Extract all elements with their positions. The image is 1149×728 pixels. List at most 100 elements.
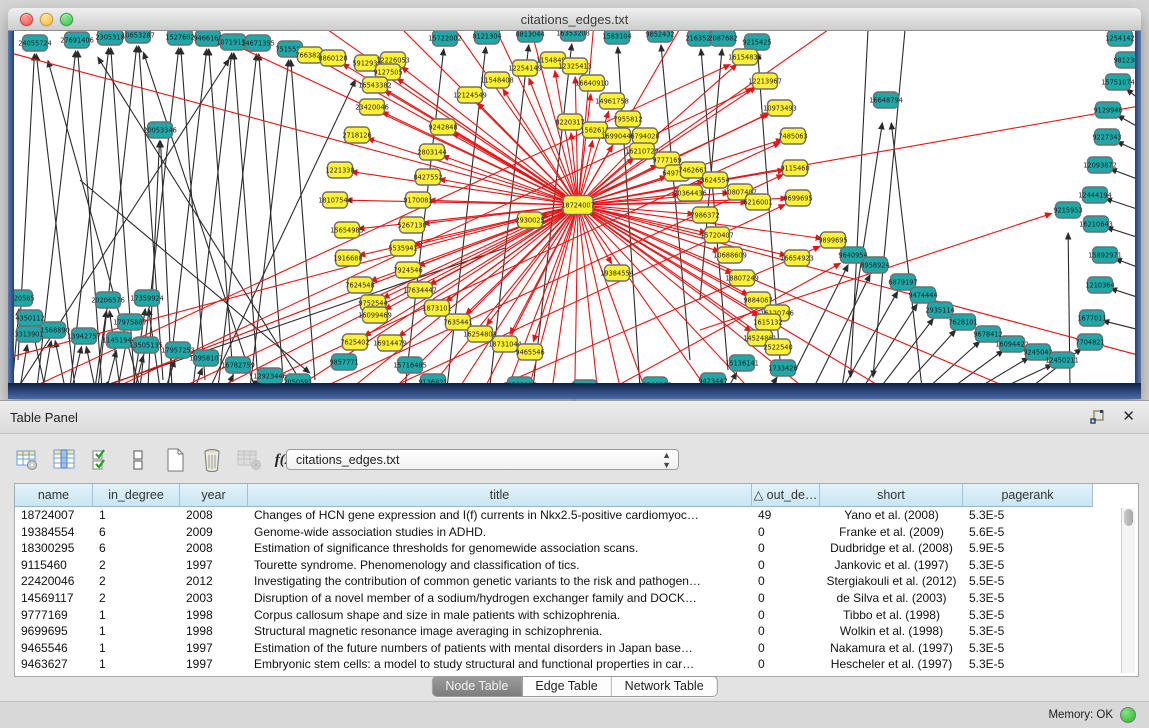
graph-node-label: 5267130	[397, 221, 426, 229]
graph-node-label: 5535941	[388, 244, 417, 252]
graph-node-label: 15751074	[1101, 78, 1135, 86]
black-edge	[863, 304, 917, 383]
graph-node-label: 9812304	[1113, 56, 1135, 64]
column-header-title[interactable]: title	[248, 484, 752, 507]
select-columns-icon[interactable]	[88, 447, 114, 473]
table-cell: 5.9E-5	[963, 540, 1093, 557]
network-canvas[interactable]: 2405572427691406230531810653287152760294…	[14, 30, 1135, 383]
table-row[interactable]: 2242004622012Investigating the contribut…	[15, 573, 1138, 590]
table-cell: 1	[93, 623, 180, 640]
graph-node-label: 6216001	[743, 198, 772, 206]
column-header-in_degree[interactable]: in_degree	[93, 484, 180, 507]
table-cell: 5.3E-5	[963, 656, 1093, 673]
graph-node-label: 16099469	[358, 311, 392, 319]
table-cell: 18300295	[15, 540, 93, 557]
graph-node-label: 9129946	[1093, 106, 1122, 114]
delete-table-icon[interactable]	[236, 447, 262, 473]
black-edge	[1110, 288, 1135, 298]
graph-node-label: 16543382	[358, 81, 392, 89]
table-cell: Disruption of a novel member of a sodium…	[248, 590, 752, 607]
tab-network-table[interactable]: Network Table	[612, 677, 717, 696]
table-select-dropdown[interactable]: citations_edges.txt ▲▼	[286, 449, 679, 470]
table-vertical-scrollbar[interactable]	[1121, 508, 1135, 673]
network-window: 2405572427691406230531810653287152760294…	[8, 8, 1141, 399]
graph-node-label: 16648794	[869, 96, 903, 104]
graph-node-label: 17975887	[113, 318, 147, 326]
table-cell: 0	[752, 524, 820, 541]
table-row[interactable]: 969969511998Structural magnetic resonanc…	[15, 623, 1138, 640]
table-cell: 6	[93, 540, 180, 557]
black-edge	[880, 319, 933, 383]
graph-node-label: 10973493	[763, 104, 797, 112]
graph-node-label: 1916688	[333, 254, 362, 262]
window-titlebar[interactable]: citations_edges.txt	[8, 8, 1141, 31]
graph-node-label: 14671355	[241, 39, 275, 47]
close-panel-icon[interactable]: ✕	[1122, 407, 1135, 425]
table-cell: Hescheler et al. (1997)	[820, 656, 963, 673]
graph-node-label: 12325413	[558, 62, 592, 70]
graph-node-label: 18724007	[561, 201, 595, 209]
graph-node-label: 16640910	[575, 79, 609, 87]
table-mode-icon[interactable]	[14, 447, 40, 473]
red-edge	[367, 138, 578, 205]
table-row[interactable]: 1938455462009Genome-wide association stu…	[15, 524, 1138, 541]
new-column-icon[interactable]	[162, 447, 188, 473]
table-row[interactable]: 1456911722003Disruption of a novel membe…	[15, 590, 1138, 607]
graph-node-label: 24055724	[18, 39, 52, 47]
table-cell: 2009	[180, 524, 248, 541]
graph-node-label: 16254801	[463, 330, 497, 338]
graph-node-label: 7628101	[948, 318, 977, 326]
table-cell: de Silva et al. (2003)	[820, 590, 963, 607]
graph-node-label: 2930025	[515, 216, 544, 224]
memory-status-label: Memory: OK	[1048, 709, 1113, 721]
tab-edge-table[interactable]: Edge Table	[522, 677, 611, 696]
table-cell: 1	[93, 640, 180, 657]
table-header-row: namein_degreeyeartitle△ out_de…shortpage…	[15, 484, 1093, 507]
graph-node-label: 12444194	[1078, 191, 1112, 199]
delete-column-icon[interactable]	[199, 447, 225, 473]
row-options-icon[interactable]	[125, 447, 151, 473]
black-edge	[405, 49, 444, 383]
graph-node-label: 20206576	[91, 296, 125, 304]
graph-node-label: 16210643	[1079, 220, 1113, 228]
table-cell: 1997	[180, 640, 248, 657]
graph-node-label: 12093872	[1083, 161, 1117, 169]
graph-node-label: 7924546	[393, 266, 422, 274]
scrollbar-thumb[interactable]	[1124, 509, 1133, 526]
table-cell: 5.6E-5	[963, 524, 1093, 541]
graph-node-label: 18107544	[318, 196, 352, 204]
column-header-year[interactable]: year	[180, 484, 248, 507]
window-frame-bottom	[8, 383, 1141, 399]
table-row[interactable]: 946362711997Embryonic stem cells: a mode…	[15, 656, 1138, 673]
table-body: 1872400712008Changes of HCN gene express…	[15, 507, 1138, 676]
table-panel-header: Table Panel ✕	[0, 401, 1149, 434]
table-row[interactable]: 977716911998Corpus callosum shape and si…	[15, 607, 1138, 624]
graph-node-label: 9474444	[908, 291, 937, 299]
table-row[interactable]: 1830029562008Estimation of significance …	[15, 540, 1138, 557]
column-header-pagerank[interactable]: pagerank	[963, 484, 1093, 507]
black-edge	[1103, 321, 1135, 330]
table-row[interactable]: 946554611997Estimation of the future num…	[15, 640, 1138, 657]
table-row[interactable]: 911546021997Tourette syndrome. Phenomeno…	[15, 557, 1138, 574]
graph-node-22420046[interactable]	[573, 380, 598, 383]
table-cell: 1998	[180, 623, 248, 640]
graph-node-label: 17634447	[403, 286, 437, 294]
table-cell: 2008	[180, 540, 248, 557]
show-column-icon[interactable]	[51, 447, 77, 473]
graph-node-label: 20364436	[673, 189, 707, 197]
tab-node-table[interactable]: Node Table	[432, 677, 522, 696]
graph-node-label: 6794028	[630, 132, 659, 140]
black-edge	[20, 345, 27, 383]
graph-node-label: 1527602	[165, 33, 194, 41]
table-cell: 18724007	[15, 507, 93, 524]
table-cell: 5.3E-5	[963, 623, 1093, 640]
column-header-name[interactable]: name	[15, 484, 93, 507]
table-cell: 1	[93, 656, 180, 673]
black-edge	[259, 54, 283, 378]
graph-node-label: 9245042	[1023, 348, 1052, 356]
table-row[interactable]: 1872400712008Changes of HCN gene express…	[15, 507, 1138, 524]
column-header-out_de[interactable]: △ out_de…	[752, 484, 820, 507]
column-header-short[interactable]: short	[820, 484, 963, 507]
table-cell: 0	[752, 540, 820, 557]
float-panel-icon[interactable]	[1089, 409, 1105, 425]
